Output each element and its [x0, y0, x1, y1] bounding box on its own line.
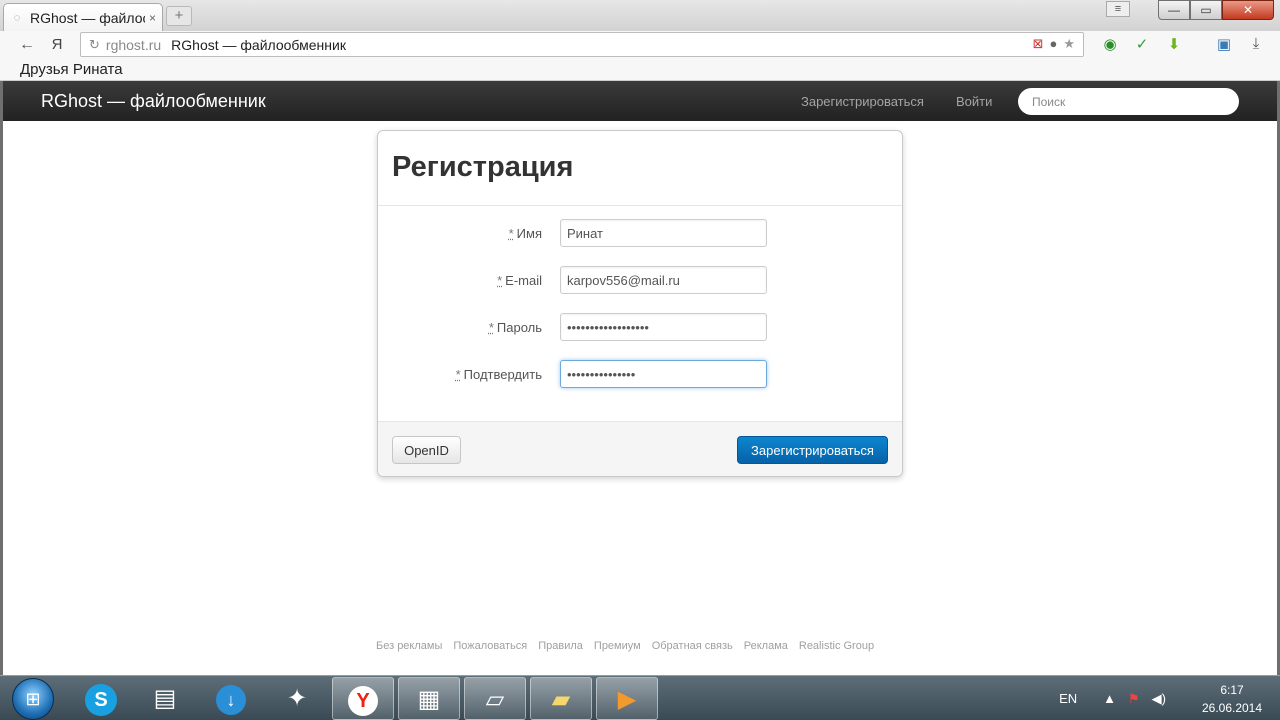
back-arrow-icon[interactable]: ← [14, 36, 40, 54]
footer-links: Без рекламы Пожаловаться Правила Премиум… [376, 640, 874, 652]
register-submit-button[interactable]: Зарегистрироваться [737, 436, 888, 464]
notepad-icon[interactable]: ▱ [464, 677, 526, 720]
password-field[interactable] [560, 313, 767, 341]
download-app-icon[interactable]: ↓ [200, 677, 262, 720]
site-brand[interactable]: RGhost — файлообменник [41, 91, 266, 112]
card-header: Регистрация [378, 131, 902, 206]
film-app-icon[interactable]: ▦ [398, 677, 460, 720]
form-row-name: * Имя [378, 219, 902, 247]
download-extension-icon[interactable]: ⬇ [1164, 35, 1184, 53]
clock[interactable]: 6:17 26.06.2014 [1184, 681, 1280, 717]
windows-start-icon[interactable]: ⊞ [12, 678, 54, 720]
player-icon[interactable]: ▶ [596, 677, 658, 720]
openid-button[interactable]: OpenID [392, 436, 461, 464]
windows-taskbar: ⊞ S ▤ ↓ ✦ Y ▦ ▱ ▰ ▶ EN ▲ ⚑ ◀) 6:17 26.06… [0, 675, 1280, 720]
downloads-icon[interactable]: ⤓ [1246, 35, 1266, 53]
bookmark-star-icon[interactable]: ★ [1063, 36, 1075, 52]
system-tray: EN ▲ ⚑ ◀) 6:17 26.06.2014 [1059, 676, 1280, 720]
web-page: RGhost — файлообменник Зарегистрироватьс… [3, 81, 1277, 675]
bookmark-item[interactable]: Друзья Рината [20, 61, 123, 78]
footer-link[interactable]: Премиум [594, 640, 641, 652]
yandex-logo-icon[interactable]: Я [44, 36, 70, 53]
refresh-extension-icon[interactable]: ◉ [1100, 35, 1120, 53]
footer-link[interactable]: Правила [538, 640, 583, 652]
site-navbar: RGhost — файлообменник Зарегистрироватьс… [3, 81, 1277, 121]
ghost-favicon-icon: ◌ [13, 11, 21, 24]
footer-link[interactable]: Без рекламы [376, 640, 442, 652]
url-page-title: RGhost — файлообменник [171, 36, 346, 53]
email-field[interactable] [560, 266, 767, 294]
name-field[interactable] [560, 219, 767, 247]
shield-extension-icon[interactable]: ✓ [1132, 35, 1152, 53]
footer-link[interactable]: Реклама [744, 640, 788, 652]
reload-icon[interactable]: ↻ [89, 37, 100, 53]
footer-link[interactable]: Обратная связь [652, 640, 733, 652]
lightbulb-icon[interactable]: ● [1049, 36, 1057, 52]
url-domain: rghost.ru [105, 36, 162, 53]
browser-titlebar: ◌ RGhost — файлоо × + ≡ — ▭ ✕ [0, 0, 1280, 31]
browser-toolbar: ← Я ↻ rghost.ru RGhost — файлообменник ⊠… [0, 31, 1280, 58]
confirm-password-field[interactable] [560, 360, 767, 388]
browser-menu-icon[interactable]: ≡ [1106, 1, 1130, 17]
form-row-confirm: * Подтвердить [378, 360, 902, 388]
maximize-button[interactable]: ▭ [1190, 0, 1222, 20]
tab-close-icon[interactable]: × [149, 11, 156, 25]
torrent-app-icon[interactable]: ✦ [266, 677, 328, 720]
browser-tab[interactable]: ◌ RGhost — файлоо × [3, 3, 163, 31]
registration-card: Регистрация *Имя *E-mail *Пароль *Подтве… [377, 130, 903, 477]
clock-date: 26.06.2014 [1201, 700, 1263, 715]
blocked-popup-icon[interactable]: ⊠ [1033, 36, 1044, 52]
search-input[interactable] [1018, 88, 1239, 115]
clock-time: 6:17 [1220, 682, 1244, 697]
card-footer: OpenID Зарегистрироваться [378, 421, 902, 476]
close-window-button[interactable]: ✕ [1222, 0, 1274, 20]
required-mark: * [455, 367, 461, 382]
required-mark: * [508, 226, 514, 241]
field-label: * Подтвердить [455, 367, 542, 382]
required-mark: * [497, 273, 503, 288]
address-bar[interactable]: ↻ rghost.ru RGhost — файлообменник ⊠ ● ★ [80, 32, 1084, 57]
required-mark: * [488, 320, 494, 335]
folder-icon[interactable]: ▰ [530, 677, 592, 720]
bookmarks-bar: Друзья Рината [0, 58, 1280, 81]
show-hidden-icons-icon[interactable]: ▲ [1103, 691, 1116, 706]
screenshot-icon[interactable]: ▣ [1214, 35, 1234, 53]
form-row-email: * E-mail [378, 266, 902, 294]
new-tab-button[interactable]: + [166, 6, 192, 26]
nav-register-link[interactable]: Зарегистрироваться [801, 94, 924, 109]
media-app-icon[interactable]: ▤ [134, 677, 196, 720]
footer-link[interactable]: Пожаловаться [453, 640, 527, 652]
form-row-password: * Пароль [378, 313, 902, 341]
footer-link[interactable]: Realistic Group [799, 640, 874, 652]
volume-icon[interactable]: ◀) [1152, 691, 1166, 707]
yandex-browser-icon[interactable]: Y [332, 677, 394, 720]
nav-login-link[interactable]: Войти [956, 94, 992, 109]
page-title: Регистрация [392, 151, 574, 183]
tab-title: RGhost — файлоо [30, 9, 145, 26]
skype-icon[interactable]: S [70, 677, 132, 720]
language-indicator[interactable]: EN [1059, 691, 1077, 706]
field-label: * E-mail [497, 273, 542, 288]
field-label: * Пароль [488, 320, 542, 335]
network-icon[interactable]: ⚑ [1128, 691, 1140, 707]
field-label: * Имя [508, 226, 542, 241]
minimize-button[interactable]: — [1158, 0, 1190, 20]
